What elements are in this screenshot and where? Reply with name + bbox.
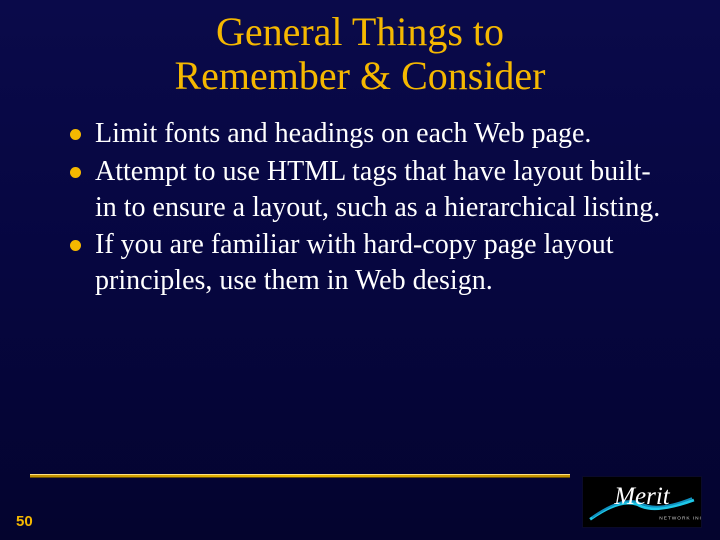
page-number: 50	[16, 513, 33, 530]
bullet-text: Limit fonts and headings on each Web pag…	[95, 116, 591, 152]
title-line-2: Remember & Consider	[174, 53, 545, 98]
bullet-text: Attempt to use HTML tags that have layou…	[95, 154, 670, 226]
list-item: Attempt to use HTML tags that have layou…	[70, 154, 670, 226]
divider	[30, 474, 570, 478]
slide-title: General Things to Remember & Consider	[0, 0, 720, 116]
svg-text:Merit: Merit	[613, 483, 671, 510]
list-item: If you are familiar with hard-copy page …	[70, 227, 670, 299]
bullet-list: Limit fonts and headings on each Web pag…	[0, 116, 720, 299]
bullet-text: If you are familiar with hard-copy page …	[95, 227, 670, 299]
svg-text:NETWORK INC: NETWORK INC	[659, 515, 701, 521]
bullet-icon	[70, 240, 81, 251]
list-item: Limit fonts and headings on each Web pag…	[70, 116, 670, 152]
title-line-1: General Things to	[216, 9, 504, 54]
bullet-icon	[70, 129, 81, 140]
bullet-icon	[70, 167, 81, 178]
logo: Merit NETWORK INC	[582, 476, 702, 528]
slide-footer: 50 Merit NETWORK INC	[0, 460, 720, 540]
